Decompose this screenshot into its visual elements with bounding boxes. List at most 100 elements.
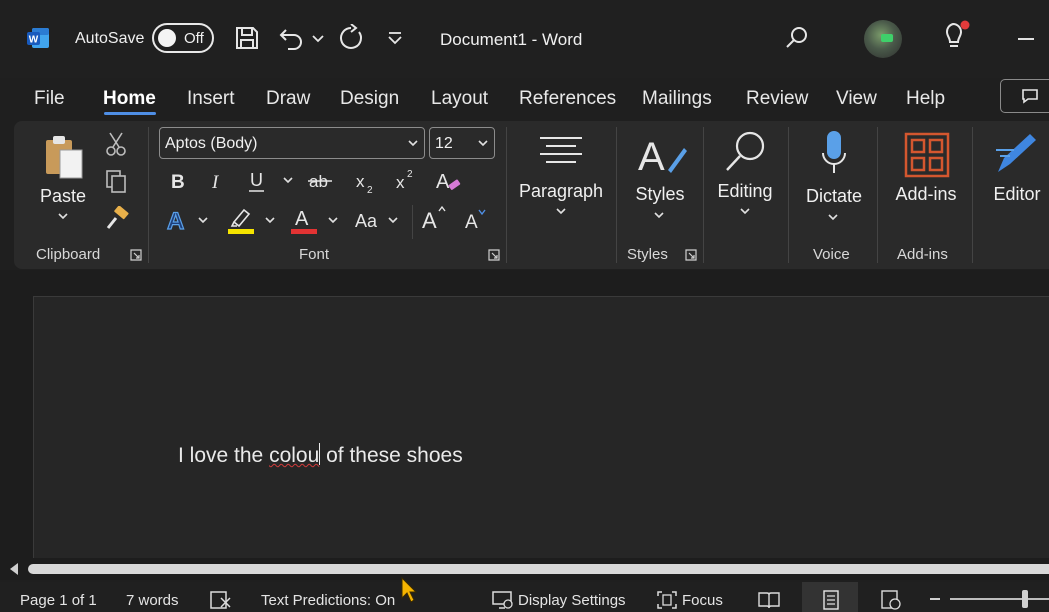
styles-launcher-icon[interactable]: [685, 249, 697, 261]
highlight-chevron-icon[interactable]: [263, 213, 277, 227]
autosave-label: AutoSave: [75, 30, 145, 47]
tab-mailings[interactable]: Mailings: [642, 88, 712, 110]
horizontal-scrollbar[interactable]: [0, 558, 1049, 580]
ribbon-separator: [412, 205, 413, 239]
editing-chevron-icon[interactable]: [738, 206, 752, 218]
read-mode-icon[interactable]: [758, 590, 780, 610]
lightbulb-icon[interactable]: [940, 20, 970, 52]
bold-icon[interactable]: B: [166, 168, 190, 194]
tab-review[interactable]: Review: [746, 88, 808, 110]
paste-chevron-icon[interactable]: [56, 211, 70, 221]
tab-home[interactable]: Home: [103, 88, 156, 110]
tab-view[interactable]: View: [836, 88, 877, 110]
cut-icon[interactable]: [104, 131, 128, 157]
zoom-out-icon[interactable]: [930, 598, 940, 600]
tab-file[interactable]: File: [34, 88, 65, 110]
tab-help[interactable]: Help: [906, 88, 945, 110]
page-count[interactable]: Page 1 of 1: [20, 592, 97, 609]
svg-text:2: 2: [367, 185, 373, 196]
highlight-color-icon[interactable]: [226, 204, 256, 236]
editing-search-icon[interactable]: [722, 128, 770, 176]
italic-icon[interactable]: I: [205, 168, 229, 194]
focus-icon[interactable]: [656, 590, 678, 610]
display-settings-icon[interactable]: [492, 590, 514, 610]
add-ins-icon[interactable]: [904, 132, 950, 178]
paragraph-label[interactable]: Paragraph: [516, 181, 606, 202]
styles-group-label: Styles: [627, 246, 668, 263]
clear-formatting-icon[interactable]: A: [434, 166, 464, 196]
tab-design[interactable]: Design: [340, 88, 399, 110]
tab-draw[interactable]: Draw: [266, 88, 310, 110]
minimize-icon[interactable]: [1018, 38, 1034, 40]
zoom-slider[interactable]: [950, 598, 1049, 600]
styles-label[interactable]: Styles: [630, 184, 690, 205]
styles-chevron-icon[interactable]: [652, 210, 666, 222]
document-page[interactable]: [33, 296, 1049, 567]
focus-button[interactable]: Focus: [682, 592, 723, 609]
paste-label[interactable]: Paste: [40, 186, 86, 207]
word-count[interactable]: 7 words: [126, 592, 179, 609]
chevron-down-icon[interactable]: [310, 24, 326, 52]
display-settings-button[interactable]: Display Settings: [518, 592, 626, 609]
ribbon-separator: [703, 127, 704, 263]
comments-button[interactable]: [1000, 79, 1049, 113]
tab-references[interactable]: References: [519, 88, 616, 110]
paragraph-icon[interactable]: [538, 134, 584, 170]
text-effects-chevron-icon[interactable]: [196, 213, 210, 227]
clipboard-launcher-icon[interactable]: [130, 249, 142, 261]
grow-font-icon[interactable]: A: [420, 204, 450, 234]
add-ins-group-label: Add-ins: [897, 246, 948, 263]
svg-text:A: A: [167, 208, 184, 235]
proofing-icon[interactable]: [210, 590, 232, 610]
font-launcher-icon[interactable]: [488, 249, 500, 261]
dictate-label[interactable]: Dictate: [800, 186, 868, 207]
text-effects-icon[interactable]: A: [164, 205, 192, 235]
font-color-icon[interactable]: A: [289, 204, 319, 236]
editor-label[interactable]: Editor: [986, 184, 1048, 205]
copy-icon[interactable]: [104, 168, 128, 194]
zoom-slider-thumb[interactable]: [1022, 590, 1028, 608]
editor-icon[interactable]: [992, 130, 1040, 178]
underline-icon[interactable]: U: [245, 168, 269, 194]
superscript-icon[interactable]: x2: [392, 166, 420, 194]
misspelled-word[interactable]: colou: [269, 444, 319, 467]
comment-icon: [1022, 89, 1038, 104]
font-color-chevron-icon[interactable]: [326, 213, 340, 227]
editing-label[interactable]: Editing: [712, 181, 778, 202]
microphone-icon[interactable]: [818, 129, 850, 179]
undo-icon[interactable]: [278, 24, 306, 52]
font-size-select[interactable]: 12: [429, 127, 495, 159]
document-text[interactable]: I love the colou of these shoes: [178, 443, 463, 468]
scrollbar-thumb[interactable]: [28, 564, 1049, 574]
format-painter-icon[interactable]: [104, 206, 130, 232]
svg-text:A: A: [422, 208, 437, 233]
search-icon[interactable]: [784, 25, 810, 51]
change-case-chevron-icon[interactable]: [386, 213, 400, 227]
svg-text:U: U: [250, 170, 263, 190]
web-layout-icon[interactable]: [880, 590, 902, 610]
text-predictions-status[interactable]: Text Predictions: On: [261, 592, 395, 609]
dictate-chevron-icon[interactable]: [826, 212, 840, 224]
ribbon-separator: [506, 127, 507, 263]
autosave-toggle[interactable]: Off: [152, 23, 214, 53]
subscript-icon[interactable]: x2: [352, 168, 380, 196]
shrink-font-icon[interactable]: A: [462, 206, 492, 234]
tab-insert[interactable]: Insert: [187, 88, 235, 110]
avatar[interactable]: [864, 20, 902, 58]
change-case-icon[interactable]: Aa: [354, 206, 386, 234]
customize-toolbar-icon[interactable]: [385, 24, 405, 52]
strikethrough-icon[interactable]: ab: [306, 168, 336, 194]
font-name-select[interactable]: Aptos (Body): [159, 127, 425, 159]
print-layout-icon: [823, 590, 839, 610]
save-icon[interactable]: [233, 24, 261, 52]
scroll-left-icon[interactable]: [10, 563, 18, 575]
tab-layout[interactable]: Layout: [431, 88, 488, 110]
paragraph-chevron-icon[interactable]: [554, 206, 568, 218]
styles-icon[interactable]: A: [638, 130, 688, 180]
paste-icon[interactable]: [42, 132, 88, 182]
add-ins-label[interactable]: Add-ins: [890, 184, 962, 205]
underline-chevron-icon[interactable]: [281, 173, 295, 187]
redo-icon[interactable]: [337, 24, 365, 52]
svg-text:A: A: [638, 135, 665, 179]
ribbon-separator: [616, 127, 617, 263]
